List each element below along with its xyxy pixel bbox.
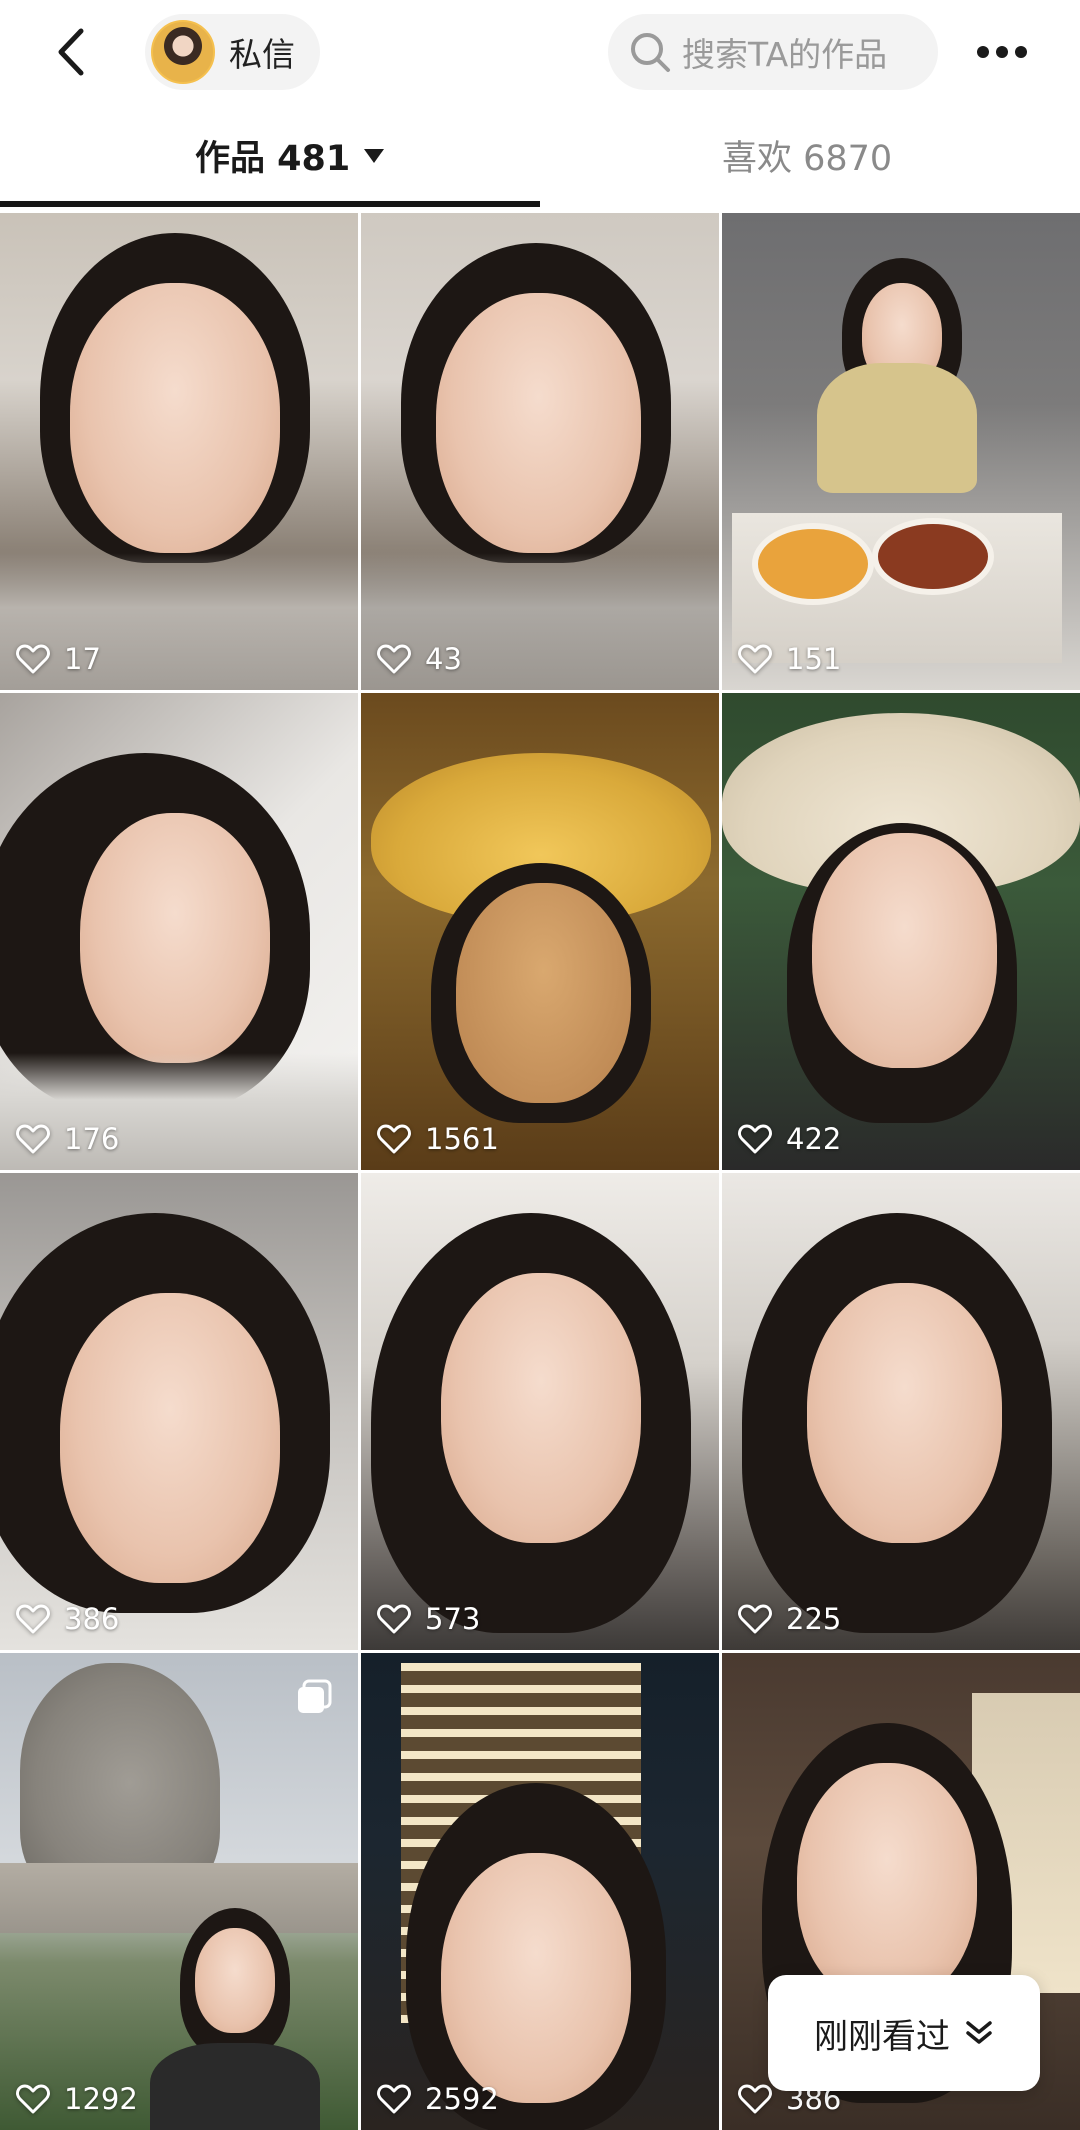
- video-thumbnail[interactable]: 1561: [361, 693, 719, 1170]
- like-count: 2592: [377, 2082, 499, 2116]
- like-count: 225: [738, 1602, 841, 1636]
- heart-outline-icon: [16, 2084, 50, 2114]
- video-thumbnail[interactable]: 176: [0, 693, 358, 1170]
- like-count: 422: [738, 1122, 841, 1156]
- like-count-value: 1561: [425, 1122, 499, 1156]
- search-input[interactable]: 搜索TA的作品: [608, 14, 938, 90]
- like-count-value: 43: [425, 642, 462, 676]
- heart-outline-icon: [377, 644, 411, 674]
- video-thumbnail[interactable]: 1292: [0, 1653, 358, 2130]
- tab-works[interactable]: 作品 481: [195, 130, 385, 181]
- more-button[interactable]: [970, 22, 1034, 82]
- like-count-value: 1292: [64, 2082, 138, 2116]
- more-dots-icon: [977, 46, 1027, 58]
- tab-likes[interactable]: 喜欢 6870: [722, 130, 892, 181]
- heart-outline-icon: [16, 1604, 50, 1634]
- video-thumbnail[interactable]: 386: [0, 1173, 358, 1650]
- like-count-value: 2592: [425, 2082, 499, 2116]
- like-count: 1292: [16, 2082, 138, 2116]
- like-count-value: 176: [64, 1122, 120, 1156]
- avatar: [151, 20, 215, 84]
- recently-viewed-label: 刚刚看过: [814, 2016, 950, 2057]
- back-button[interactable]: [40, 22, 100, 82]
- heart-outline-icon: [16, 1124, 50, 1154]
- video-grid: 17 43 151 176 1561 422 386 573 225 1292 …: [0, 213, 1080, 2130]
- heart-outline-icon: [738, 1124, 772, 1154]
- recently-viewed-button[interactable]: 刚刚看过: [768, 1975, 1040, 2091]
- video-thumbnail[interactable]: 2592: [361, 1653, 719, 2130]
- heart-outline-icon: [377, 2084, 411, 2114]
- heart-outline-icon: [738, 644, 772, 674]
- heart-outline-icon: [738, 1604, 772, 1634]
- search-placeholder: 搜索TA的作品: [682, 35, 888, 74]
- video-thumbnail[interactable]: 422: [722, 693, 1080, 1170]
- direct-message-label: 私信: [229, 35, 295, 74]
- like-count: 151: [738, 642, 841, 676]
- video-thumbnail[interactable]: 225: [722, 1173, 1080, 1650]
- profile-tabs: 作品 481 喜欢 6870: [0, 105, 1080, 210]
- caret-down-icon: [364, 148, 385, 163]
- like-count-value: 573: [425, 1602, 481, 1636]
- tab-indicator: [0, 201, 540, 207]
- multi-image-icon: [298, 1679, 332, 1713]
- like-count: 17: [16, 642, 101, 676]
- top-bar: 私信 搜索TA的作品: [0, 0, 1080, 105]
- tab-works-label: 作品 481: [195, 139, 351, 179]
- heart-outline-icon: [377, 1124, 411, 1154]
- like-count-value: 225: [786, 1602, 842, 1636]
- direct-message-button[interactable]: 私信: [145, 14, 320, 90]
- like-count-value: 151: [786, 642, 842, 676]
- like-count: 573: [377, 1602, 480, 1636]
- chevron-double-down-icon: [966, 2021, 992, 2044]
- heart-outline-icon: [738, 2084, 772, 2114]
- like-count: 43: [377, 642, 462, 676]
- search-icon: [628, 30, 672, 74]
- like-count-value: 386: [64, 1602, 120, 1636]
- heart-outline-icon: [16, 644, 50, 674]
- video-thumbnail[interactable]: 151: [722, 213, 1080, 690]
- video-thumbnail[interactable]: 43: [361, 213, 719, 690]
- like-count-value: 422: [786, 1122, 842, 1156]
- chevron-left-icon: [58, 28, 84, 76]
- tab-likes-label: 喜欢 6870: [722, 139, 893, 179]
- like-count: 386: [16, 1602, 119, 1636]
- video-thumbnail[interactable]: 17: [0, 213, 358, 690]
- heart-outline-icon: [377, 1604, 411, 1634]
- video-thumbnail[interactable]: 573: [361, 1173, 719, 1650]
- like-count: 1561: [377, 1122, 499, 1156]
- like-count-value: 17: [64, 642, 101, 676]
- like-count: 176: [16, 1122, 119, 1156]
